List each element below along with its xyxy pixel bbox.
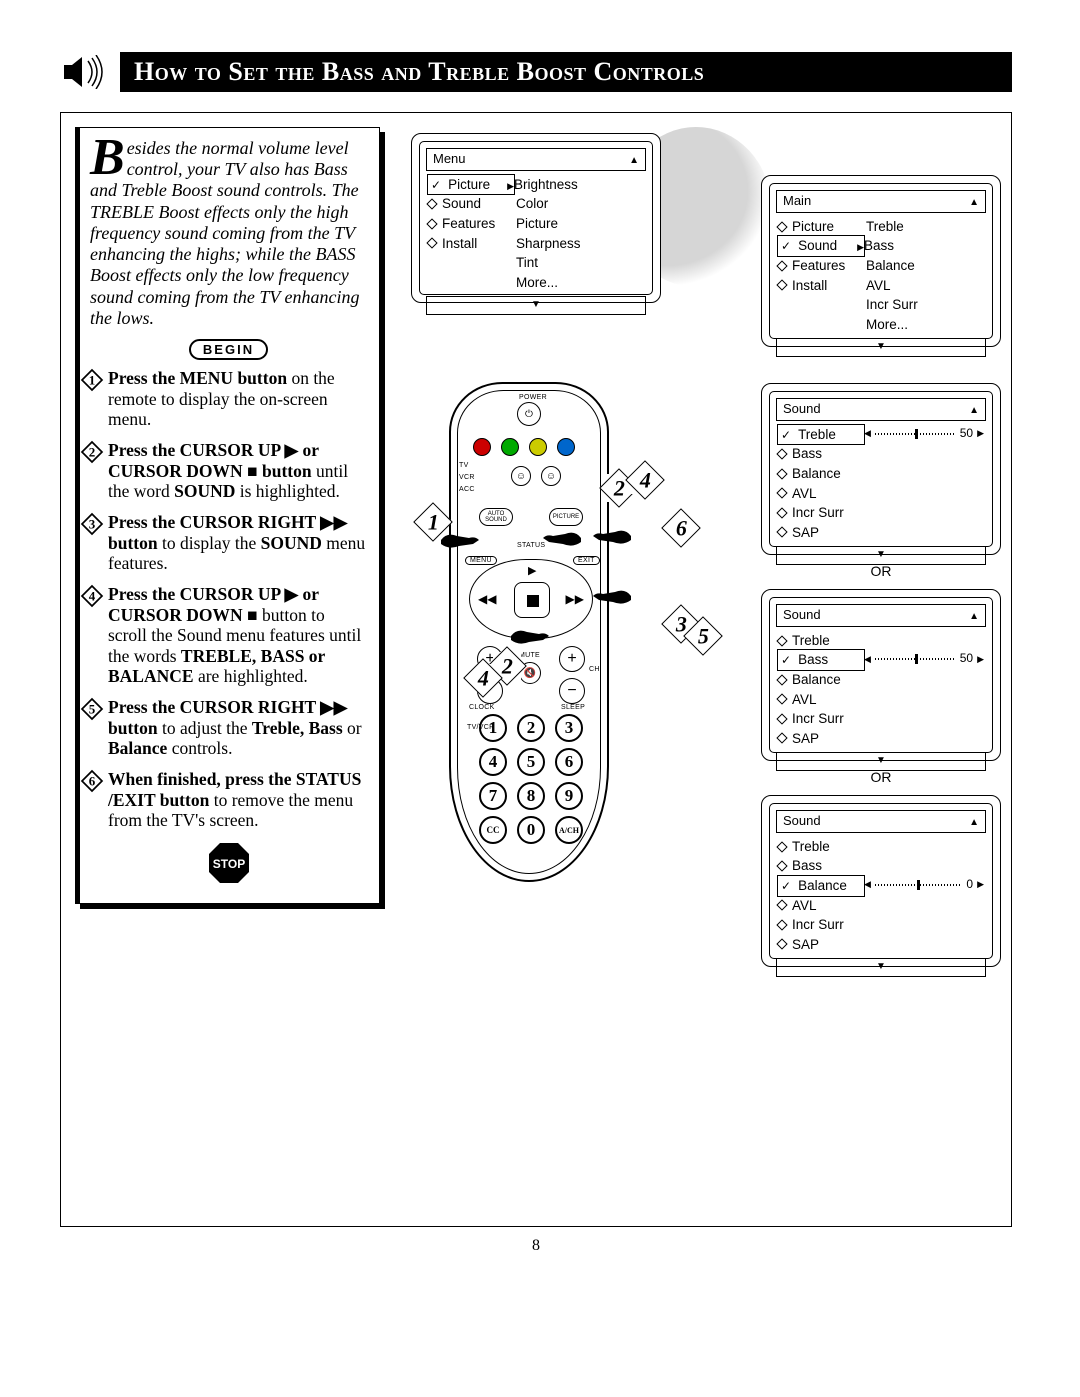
- instruction-box: Besides the normal volume level control,…: [75, 127, 380, 904]
- dropcap: B: [90, 138, 127, 178]
- step-number-icon: 1: [80, 368, 104, 392]
- pointing-hand-icon: [439, 524, 483, 554]
- yellow-button: [529, 438, 547, 456]
- page-title: How to Set the Bass and Treble Boost Con…: [120, 52, 1012, 92]
- page-body: Besides the normal volume level control,…: [60, 112, 1012, 1227]
- or-label-1: OR: [761, 563, 1001, 579]
- svg-text:2: 2: [89, 445, 96, 460]
- diagram-area: Menu PictureBrightnessSoundColorFeatures…: [401, 127, 1001, 1212]
- osd-menu-1: Menu PictureBrightnessSoundColorFeatures…: [411, 133, 661, 303]
- step-number-icon: 5: [80, 697, 104, 721]
- callout-4b: 4: [469, 664, 497, 692]
- pointing-hand-icon: [539, 522, 583, 552]
- ch-down-button: −: [559, 678, 585, 704]
- page-number: 8: [60, 1237, 1012, 1255]
- svg-text:STOP: STOP: [212, 857, 244, 871]
- step-number-icon: 6: [80, 769, 104, 793]
- face-button-2: ☺: [541, 466, 561, 486]
- stop-badge: STOP: [207, 841, 251, 885]
- osd-menu-5: Sound TrebleBassBalance0AVLIncr SurrSAP …: [761, 795, 1001, 967]
- page-header: How to Set the Bass and Treble Boost Con…: [60, 52, 1012, 92]
- power-label: POWER: [519, 394, 547, 401]
- exit-label: EXIT: [573, 556, 600, 565]
- speaker-icon: [60, 55, 108, 89]
- pointing-hand-icon: [509, 620, 553, 650]
- pointing-hand-icon: [589, 520, 633, 550]
- begin-badge: BEGIN: [90, 339, 367, 360]
- svg-text:6: 6: [89, 774, 96, 789]
- step-5: 5 Press the CURSOR RIGHT ▶▶ button to ad…: [90, 697, 367, 759]
- step-number-icon: 3: [80, 512, 104, 536]
- svg-text:1: 1: [89, 373, 96, 388]
- step-3: 3 Press the CURSOR RIGHT ▶▶ button to di…: [90, 512, 367, 574]
- menu-label: MENU: [465, 556, 497, 565]
- ch-up-button: +: [559, 646, 585, 672]
- pointing-hand-icon: [589, 580, 633, 610]
- callout-5: 5: [689, 622, 717, 650]
- step-2: 2 Press the CURSOR UP ▶ or CURSOR DOWN ■…: [90, 440, 367, 502]
- osd-menu-3: Sound Treble50BassBalanceAVLIncr SurrSAP…: [761, 383, 1001, 555]
- or-label-2: OR: [761, 769, 1001, 785]
- svg-text:4: 4: [89, 588, 96, 603]
- red-button: [473, 438, 491, 456]
- number-keypad: 123 456 789 CC0A/CH: [479, 714, 583, 850]
- auto-sound-button: AUTO SOUND: [479, 508, 513, 526]
- step-4: 4 Press the CURSOR UP ▶ or CURSOR DOWN ■…: [90, 584, 367, 687]
- remote-control-diagram: POWER ⏻ TV VCR ACC ☺ ☺ AUTO SOUND PICTUR…: [439, 382, 619, 892]
- svg-text:3: 3: [89, 516, 96, 531]
- step-number-icon: 4: [80, 584, 104, 608]
- mute-label: MUTE: [519, 652, 540, 659]
- step-1: 1 Press the MENU button on the remote to…: [90, 368, 367, 430]
- svg-text:5: 5: [89, 702, 96, 717]
- osd-menu-4: Sound TrebleBass50BalanceAVLIncr SurrSAP…: [761, 589, 1001, 761]
- step-number-icon: 2: [80, 440, 104, 464]
- blue-button: [557, 438, 575, 456]
- green-button: [501, 438, 519, 456]
- power-button: ⏻: [517, 402, 541, 426]
- callout-4a: 4: [631, 466, 659, 494]
- intro-text: Besides the normal volume level control,…: [90, 138, 367, 329]
- osd-menu-2: Main PictureTrebleSoundBassFeaturesBalan…: [761, 175, 1001, 347]
- step-6: 6 When finished, press the STATUS /EXIT …: [90, 769, 367, 831]
- face-button-1: ☺: [511, 466, 531, 486]
- callout-6: 6: [667, 514, 695, 542]
